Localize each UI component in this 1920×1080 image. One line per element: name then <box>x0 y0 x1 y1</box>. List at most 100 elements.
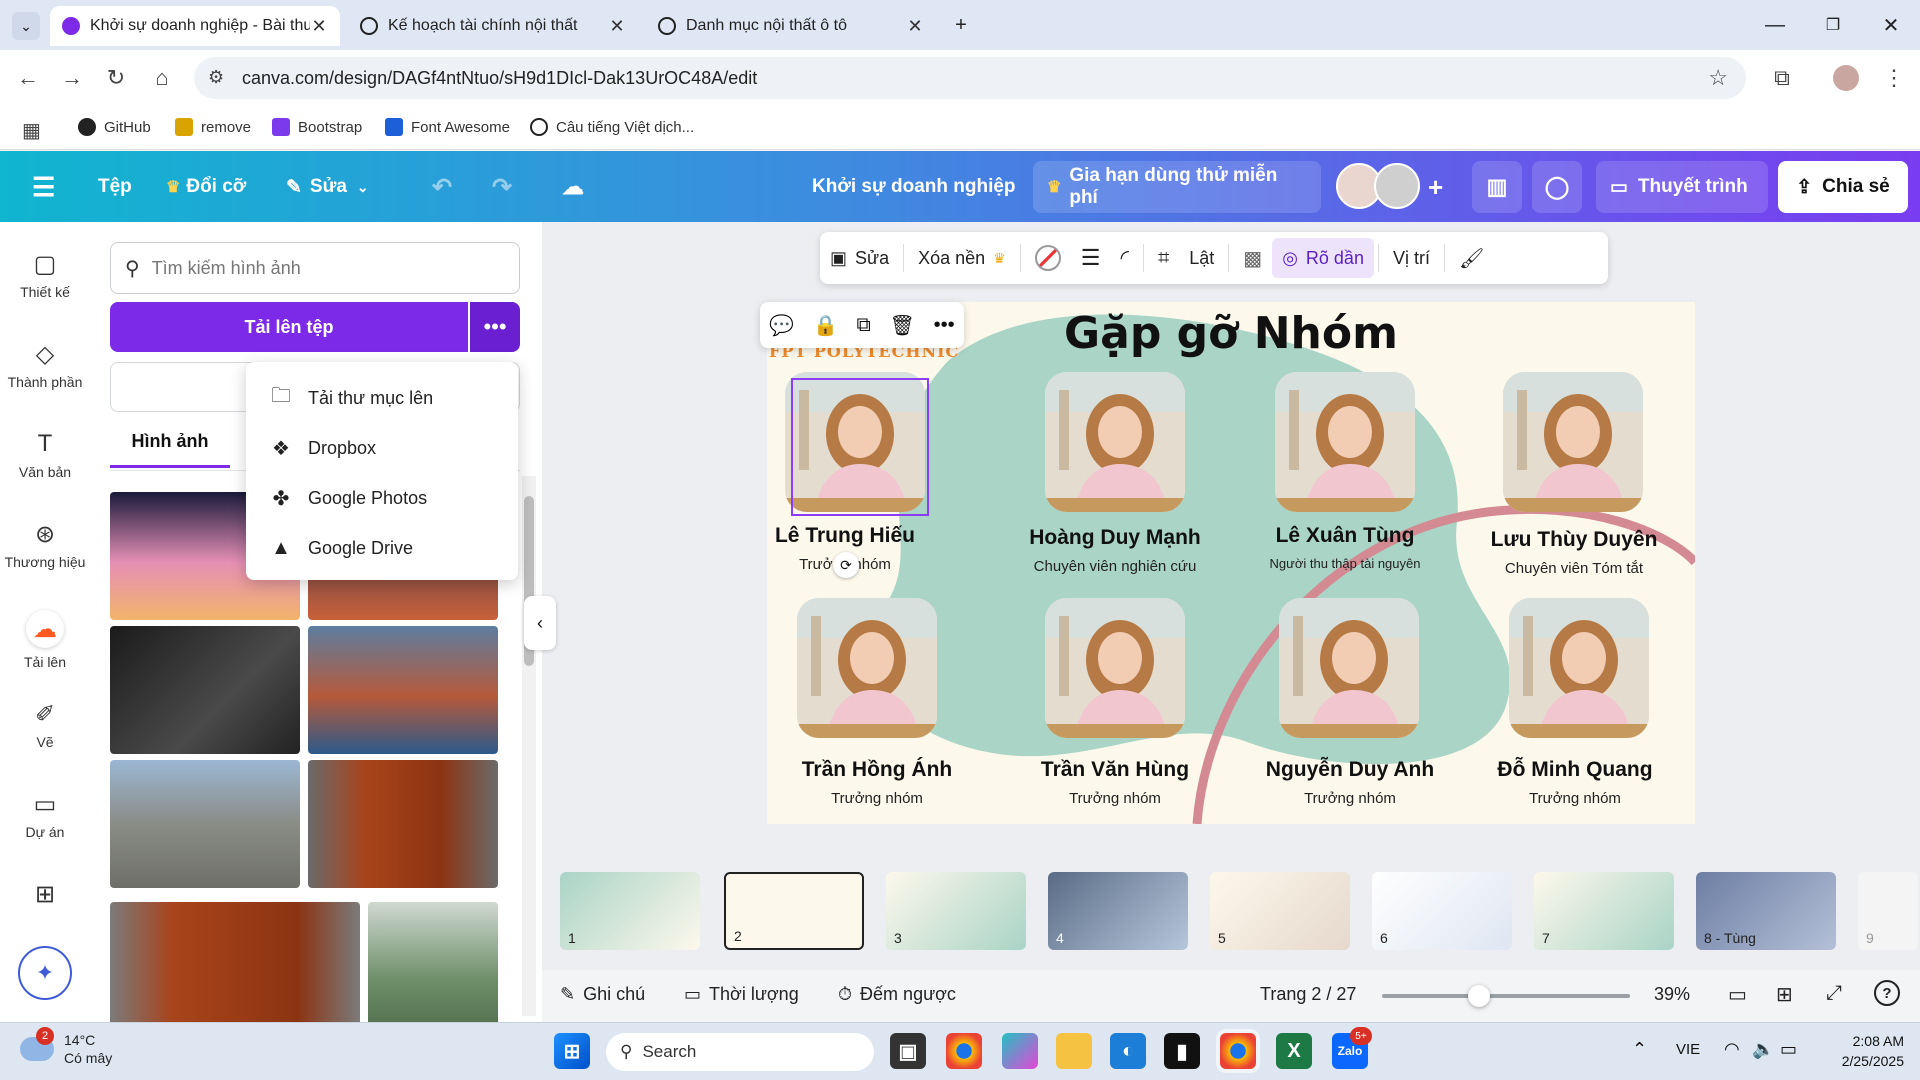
battery-icon[interactable]: ▭ <box>1780 1039 1797 1060</box>
bookmark-font-awesome[interactable]: Font Awesome <box>385 118 510 136</box>
rotate-handle-icon[interactable]: ⟳ <box>833 552 859 578</box>
restore-button[interactable]: ❐ <box>1818 10 1848 40</box>
volume-icon[interactable]: 🔈 <box>1752 1039 1774 1060</box>
present-button[interactable]: ▭ Thuyết trình <box>1596 161 1768 213</box>
member-photo[interactable] <box>1045 372 1185 512</box>
weather-widget[interactable]: 2 14°C Có mây <box>20 1027 112 1067</box>
share-button[interactable]: ⇪ Chia sẻ <box>1778 161 1908 213</box>
home-icon[interactable]: ⌂ <box>148 64 176 92</box>
page-thumbnail[interactable]: 5 <box>1210 872 1350 950</box>
page-thumbnail[interactable]: 9 <box>1858 872 1918 950</box>
position-button[interactable]: Vị trí <box>1383 238 1440 278</box>
panel-scrollbar[interactable] <box>522 476 536 1016</box>
rail-item-design[interactable]: ▢ Thiết kế <box>0 250 90 301</box>
rail-item-projects[interactable]: ▭ Dự án <box>0 790 90 841</box>
image-thumbnail[interactable] <box>368 902 498 1042</box>
browser-menu-icon[interactable]: ⋮ <box>1880 64 1908 92</box>
taskbar-search[interactable]: ⚲ Search <box>606 1033 874 1071</box>
border-color-button[interactable] <box>1025 238 1071 278</box>
member-photo[interactable] <box>1509 598 1649 738</box>
zoom-slider-handle[interactable] <box>1467 985 1490 1007</box>
document-title[interactable]: Khởi sự doanh nghiệp <box>812 169 1016 205</box>
pages-view-icon[interactable]: ▭ <box>1728 982 1747 1007</box>
page-thumbnail-active[interactable]: 2 <box>724 872 864 950</box>
page-thumbnail[interactable]: 7 <box>1534 872 1674 950</box>
image-search-input[interactable]: ⚲ Tìm kiếm hình ảnh <box>110 242 520 294</box>
extensions-icon[interactable]: ⧉ <box>1768 64 1796 92</box>
profile-avatar[interactable] <box>1832 64 1860 92</box>
member-photo[interactable] <box>1279 598 1419 738</box>
magic-assistant-button[interactable]: ✦ <box>18 946 72 1000</box>
upload-more-options-button[interactable]: ••• <box>470 302 520 352</box>
selection-frame[interactable] <box>791 378 929 516</box>
reload-icon[interactable]: ↻ <box>102 64 130 92</box>
collapse-panel-button[interactable]: ‹ <box>524 596 556 650</box>
tab-canva-design[interactable]: Khởi sự doanh nghiệp - Bài thu ✕ <box>50 6 340 46</box>
task-view-icon[interactable]: ▣ <box>890 1033 926 1069</box>
back-icon[interactable]: ← <box>14 64 42 92</box>
crop-icon[interactable]: ⌗ <box>1148 238 1179 278</box>
bookmark-star-icon[interactable]: ☆ <box>1708 65 1728 91</box>
chrome-profile-icon[interactable] <box>1220 1033 1256 1069</box>
corner-rounding-icon[interactable]: ◜ <box>1110 238 1139 278</box>
zoom-slider[interactable] <box>1382 985 1630 1007</box>
page-thumbnail[interactable]: 4 <box>1048 872 1188 950</box>
member-photo[interactable] <box>1045 598 1185 738</box>
menu-item-dropbox[interactable]: ❖ Dropbox <box>268 428 376 468</box>
page-thumbnail[interactable]: 1 <box>560 872 700 950</box>
rail-item-text[interactable]: T Văn bản <box>0 430 90 480</box>
tray-chevron-icon[interactable]: ⌃ <box>1632 1039 1647 1060</box>
bookmark-bootstrap[interactable]: Bootstrap <box>272 118 362 136</box>
excel-icon[interactable]: X <box>1276 1033 1312 1069</box>
countdown-button[interactable]: ⏱ Đếm ngược <box>838 984 956 1005</box>
windows-start-icon[interactable]: ⊞ <box>554 1033 590 1069</box>
rail-item-elements[interactable]: ◇ Thành phần <box>0 340 90 391</box>
site-info-icon[interactable]: ⚙ <box>208 67 224 88</box>
avatar[interactable] <box>1374 163 1420 209</box>
edit-menu-button[interactable]: ✎ Sửa ⌄ <box>286 169 369 205</box>
close-tab-icon[interactable]: ✕ <box>310 16 328 37</box>
forward-icon[interactable]: → <box>58 64 86 92</box>
resize-button[interactable]: ♛ Đổi cỡ <box>166 169 246 205</box>
page-thumbnail[interactable]: 8 - Tùng <box>1696 872 1836 950</box>
undo-icon[interactable]: ↶ <box>432 169 452 205</box>
close-tab-icon[interactable]: ✕ <box>608 16 626 37</box>
image-thumbnail[interactable] <box>110 626 300 754</box>
member-photo[interactable] <box>1503 372 1643 512</box>
add-collaborator-icon[interactable]: + <box>1428 169 1443 205</box>
zoom-level[interactable]: 39% <box>1654 984 1690 1005</box>
menu-item-google-drive[interactable]: ▲ Google Drive <box>268 528 413 568</box>
lock-icon[interactable]: 🔒 <box>813 313 838 338</box>
file-menu-button[interactable]: Tệp <box>98 169 132 205</box>
tab-interior-list[interactable]: Danh mục nội thất ô tô ✕ <box>646 6 936 46</box>
member-card[interactable]: Lê Xuân Tùng Người thu thập tài nguyên <box>1245 524 1445 571</box>
insights-icon[interactable]: ▥ <box>1472 161 1522 213</box>
stocks-app-icon[interactable]: ▮ <box>1164 1033 1200 1069</box>
fullscreen-icon[interactable]: ⤢ <box>1826 982 1842 1005</box>
new-tab-button[interactable]: + <box>946 10 976 40</box>
tab-finance-plan[interactable]: Kế hoạch tài chính nội thất ✕ <box>348 6 638 46</box>
image-thumbnail[interactable] <box>308 626 498 754</box>
notes-button[interactable]: ✎ Ghi chú <box>560 984 645 1005</box>
input-language[interactable]: VIE <box>1676 1041 1700 1058</box>
duration-button[interactable]: ▭ Thời lượng <box>684 984 799 1005</box>
close-tab-icon[interactable]: ✕ <box>906 16 924 37</box>
duplicate-icon[interactable]: ⧉ <box>857 314 871 337</box>
page-thumbnail[interactable]: 6 <box>1372 872 1512 950</box>
clock[interactable]: 2:08 AM 2/25/2025 <box>1820 1031 1904 1071</box>
rail-item-draw[interactable]: ✐ Vẽ <box>0 700 90 751</box>
page-thumbnail[interactable]: 3 <box>886 872 1026 950</box>
rail-item-apps[interactable]: ⊞ <box>0 880 90 914</box>
upload-files-button[interactable]: Tải lên tệp <box>110 302 468 352</box>
slide-canvas[interactable]: FPT POLYTECHNIC Gặp gỡ Nhóm Lê Trung Hiế… <box>767 302 1695 824</box>
help-icon[interactable]: ? <box>1874 980 1900 1006</box>
minimize-button[interactable]: — <box>1760 10 1790 40</box>
remote-app-icon[interactable]: ◐ <box>1110 1033 1146 1069</box>
animate-button[interactable]: ◎ Rõ dần <box>1272 238 1374 278</box>
member-card[interactable]: Đỗ Minh Quang Trưởng nhóm <box>1469 758 1681 807</box>
member-photo[interactable] <box>797 598 937 738</box>
tab-images[interactable]: Hình ảnh <box>110 418 230 468</box>
border-style-icon[interactable]: ☰ <box>1071 238 1111 278</box>
transparency-icon[interactable]: ▩ <box>1233 238 1272 278</box>
main-menu-icon[interactable]: ☰ <box>32 169 55 205</box>
